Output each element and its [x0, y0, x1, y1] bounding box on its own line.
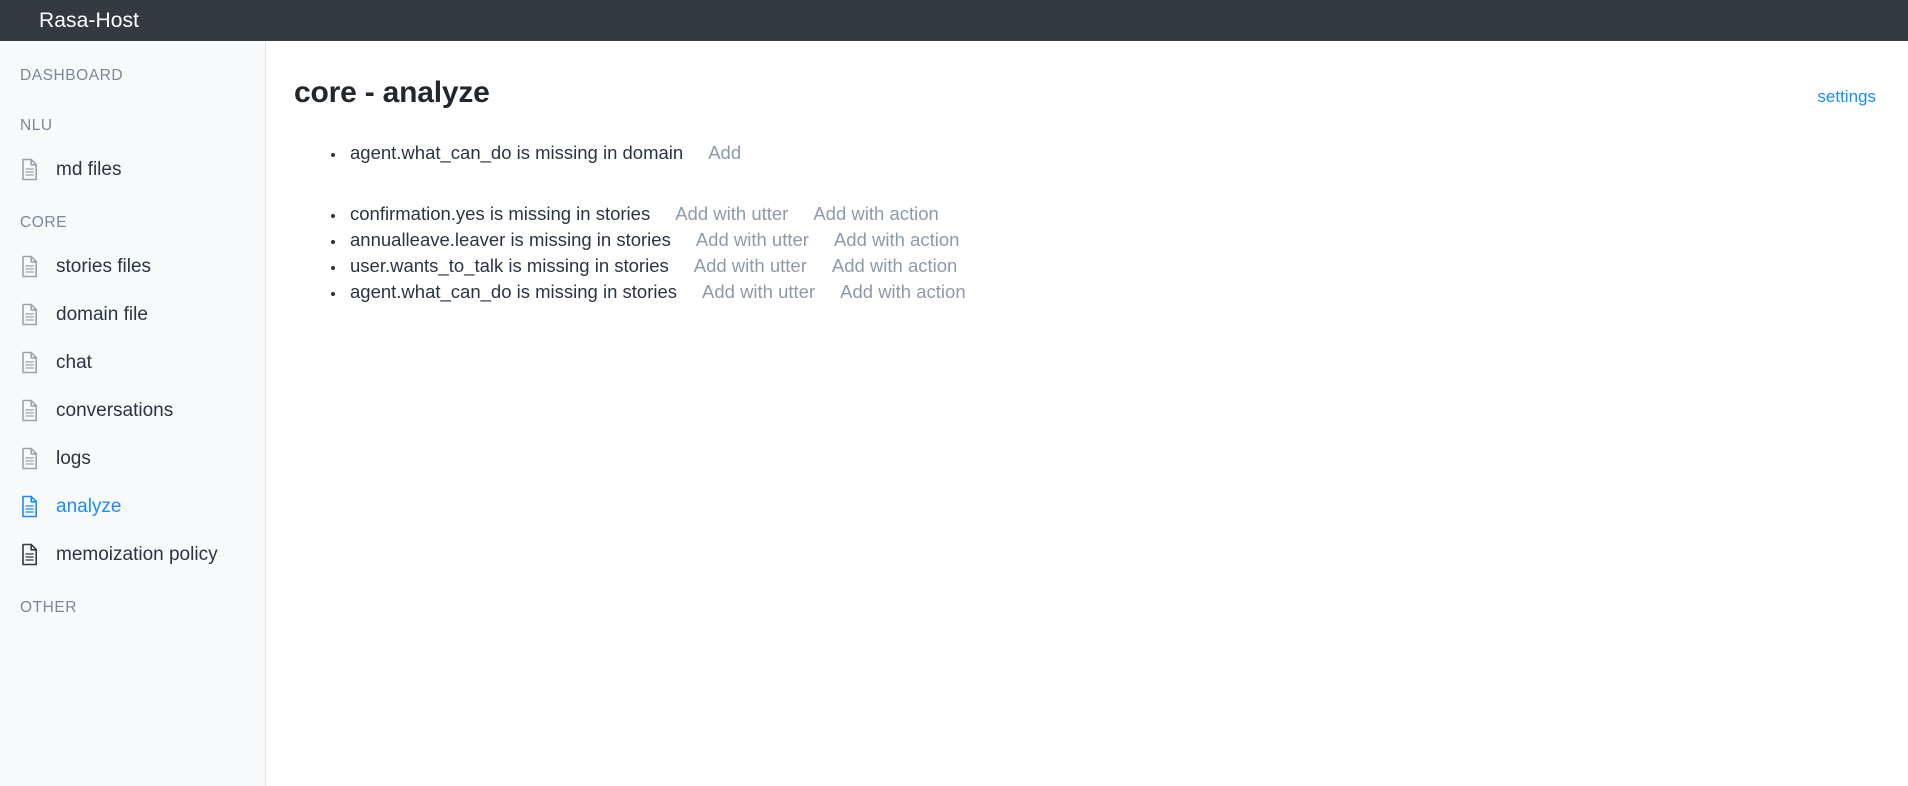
file-icon [20, 303, 39, 326]
domain-issue-list: agent.what_can_do is missing in domain Ad… [294, 143, 1908, 162]
story-issues-block: confirmation.yes is missing in stories Ad… [266, 204, 1908, 301]
issue-description: agent.what_can_do is missing in domain [350, 142, 684, 163]
sidebar-item-label: stories files [56, 256, 152, 277]
sidebar-section-label-other: OTHER [20, 599, 77, 616]
story-issue-list: confirmation.yes is missing in stories Ad… [294, 204, 1908, 301]
action-link-add-with-action[interactable]: Add with action [840, 281, 965, 302]
file-icon [20, 495, 39, 518]
domain-issues-block: agent.what_can_do is missing in domain Ad… [266, 143, 1908, 162]
sidebar-item-domain-file[interactable]: domain file [0, 302, 265, 327]
sidebar-item-stories-files[interactable]: stories files [0, 254, 265, 279]
action-link-add-with-action[interactable]: Add with action [834, 229, 959, 250]
sidebar-item-label: memoization policy [56, 544, 218, 565]
sidebar-item-memoization-policy[interactable]: memoization policy [0, 542, 265, 567]
sidebar-item-label: analyze [56, 496, 122, 517]
sidebar-item-logs[interactable]: logs [0, 446, 265, 471]
sidebar-item-label: conversations [56, 400, 174, 421]
app-header-bar: Rasa-Host [0, 0, 1908, 41]
sidebar-item-conversations[interactable]: conversations [0, 398, 265, 423]
page-body: DASHBOARD NLU md files CORE stories files dom… [0, 41, 1908, 786]
main-content: core - analyze settings agent.what_can_d… [266, 41, 1908, 786]
content-header: core - analyze settings [266, 75, 1908, 111]
sidebar-item-md-files[interactable]: md files [0, 157, 265, 182]
sidebar-section-label-nlu: NLU [20, 117, 53, 134]
file-icon [20, 351, 39, 374]
sidebar-section-label-core: CORE [20, 214, 67, 231]
sidebar-item-label: chat [56, 352, 92, 373]
issue-row-content: agent.what_can_do is missing in stories A… [350, 281, 966, 302]
file-icon [20, 255, 39, 278]
action-link-add-with-action[interactable]: Add with action [813, 203, 938, 224]
sidebar-section-label-dashboard: DASHBOARD [20, 67, 124, 84]
file-icon [20, 399, 39, 422]
action-link-add-with-utter[interactable]: Add with utter [675, 203, 788, 224]
issue-row: user.wants_to_talk is missing in stories… [346, 256, 1908, 275]
issue-row: agent.what_can_do is missing in stories A… [346, 282, 1908, 301]
sidebar-item-label: md files [56, 159, 122, 180]
issue-row-content: annualleave.leaver is missing in stories… [350, 229, 959, 250]
issue-description: user.wants_to_talk is missing in stories [350, 255, 669, 276]
issue-row-content: confirmation.yes is missing in stories Ad… [350, 203, 939, 224]
sidebar-item-label: domain file [56, 304, 148, 325]
issue-description: agent.what_can_do is missing in stories [350, 281, 678, 302]
issue-row-content: user.wants_to_talk is missing in stories… [350, 255, 957, 276]
file-icon [20, 447, 39, 470]
settings-link[interactable]: settings [1817, 87, 1876, 107]
action-link-add-with-utter[interactable]: Add with utter [696, 229, 809, 250]
sidebar-item-chat[interactable]: chat [0, 350, 265, 375]
page-title: core - analyze [294, 76, 490, 109]
issue-row: agent.what_can_do is missing in domain Ad… [346, 143, 1908, 162]
issue-description: confirmation.yes is missing in stories [350, 203, 651, 224]
sidebar-item-analyze[interactable]: analyze [0, 494, 265, 519]
app-title: Rasa-Host [39, 8, 140, 32]
action-link-add[interactable]: Add [708, 142, 741, 163]
sidebar-nav: DASHBOARD NLU md files CORE stories files dom… [0, 41, 266, 786]
sidebar-item-label: logs [56, 448, 91, 469]
action-link-add-with-utter[interactable]: Add with utter [694, 255, 807, 276]
file-icon [20, 158, 39, 181]
issue-row: annualleave.leaver is missing in stories… [346, 230, 1908, 249]
file-icon [20, 543, 39, 566]
issue-row-content: agent.what_can_do is missing in domain Ad… [350, 142, 741, 163]
issue-description: annualleave.leaver is missing in stories [350, 229, 671, 250]
action-link-add-with-utter[interactable]: Add with utter [702, 281, 815, 302]
issue-row: confirmation.yes is missing in stories Ad… [346, 204, 1908, 223]
action-link-add-with-action[interactable]: Add with action [832, 255, 957, 276]
